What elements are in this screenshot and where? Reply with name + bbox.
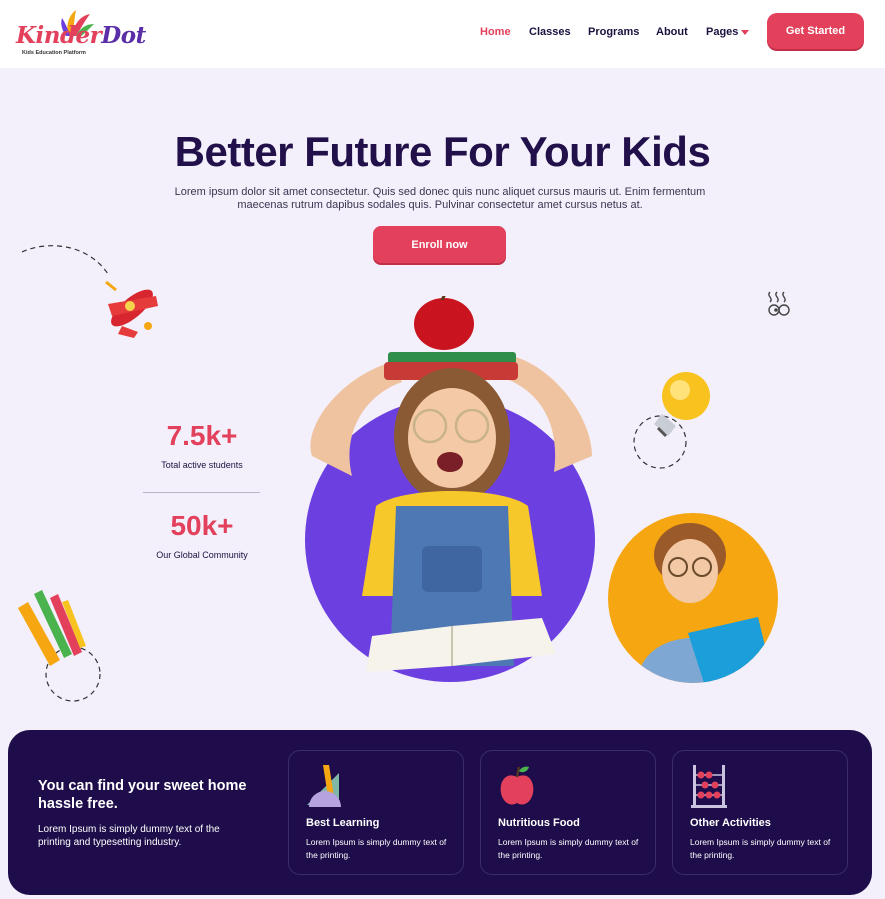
card-title: Best Learning bbox=[306, 817, 380, 829]
stat-students-value: 7.5k+ bbox=[166, 420, 238, 451]
card-title: Nutritious Food bbox=[498, 817, 580, 829]
feature-card-learning[interactable]: Best Learning Lorem Ipsum is simply dumm… bbox=[288, 750, 464, 875]
toy-airplane-icon bbox=[105, 280, 158, 338]
feature-card-activities[interactable]: Other Activities Lorem Ipsum is simply d… bbox=[672, 750, 848, 875]
girl-with-books-image bbox=[310, 296, 592, 672]
nav-home[interactable]: Home bbox=[480, 26, 511, 38]
card-text: Lorem Ipsum is simply dummy text of the … bbox=[306, 837, 447, 860]
nav-programs[interactable]: Programs bbox=[588, 26, 639, 38]
lightbulb-icon bbox=[633, 372, 710, 469]
boy-with-folder-image bbox=[608, 513, 778, 683]
stat-community-label: Our Global Community bbox=[156, 550, 248, 560]
logo-wordmark: KinderDot bbox=[16, 22, 146, 49]
colored-pencils-icon bbox=[18, 590, 101, 702]
card-text: Lorem Ipsum is simply dummy text of the … bbox=[690, 837, 831, 860]
apple-icon bbox=[500, 766, 534, 805]
card-text: Lorem Ipsum is simply dummy text of the … bbox=[498, 837, 639, 860]
abacus-icon bbox=[691, 765, 727, 808]
feature-card-food[interactable]: Nutritious Food Lorem Ipsum is simply du… bbox=[480, 750, 656, 875]
stat-community-value: 50k+ bbox=[170, 510, 234, 541]
nav-pages-label: Pages bbox=[706, 26, 739, 38]
card-title: Other Activities bbox=[690, 817, 771, 829]
features-text: Lorem Ipsum is simply dummy text of the … bbox=[38, 824, 220, 848]
site-header: KinderDot Kids Education Platform Home C… bbox=[0, 0, 885, 68]
boy-illustration bbox=[638, 523, 774, 683]
get-started-button[interactable]: Get Started bbox=[767, 13, 864, 49]
dashed-path-icon bbox=[21, 245, 109, 275]
features-heading: You can find your sweet home hassle free… bbox=[38, 778, 247, 812]
hero-description: Lorem ipsum dolor sit amet consectetur. … bbox=[174, 186, 706, 211]
stats-divider bbox=[143, 492, 260, 493]
hero-title: Better Future For Your Kids bbox=[174, 128, 711, 175]
nav-pages[interactable]: Pages bbox=[706, 26, 750, 38]
nav-classes[interactable]: Classes bbox=[529, 26, 571, 38]
brand-logo[interactable]: KinderDot Kids Education Platform bbox=[14, 8, 146, 60]
logo-tagline: Kids Education Platform bbox=[22, 50, 86, 56]
squiggle-icon bbox=[768, 291, 790, 316]
stat-students-label: Total active students bbox=[161, 460, 243, 470]
geometry-tools-icon bbox=[307, 765, 341, 807]
nav-about[interactable]: About bbox=[656, 26, 688, 38]
enroll-button[interactable]: Enroll now bbox=[373, 226, 506, 263]
caret-down-icon bbox=[741, 29, 750, 35]
